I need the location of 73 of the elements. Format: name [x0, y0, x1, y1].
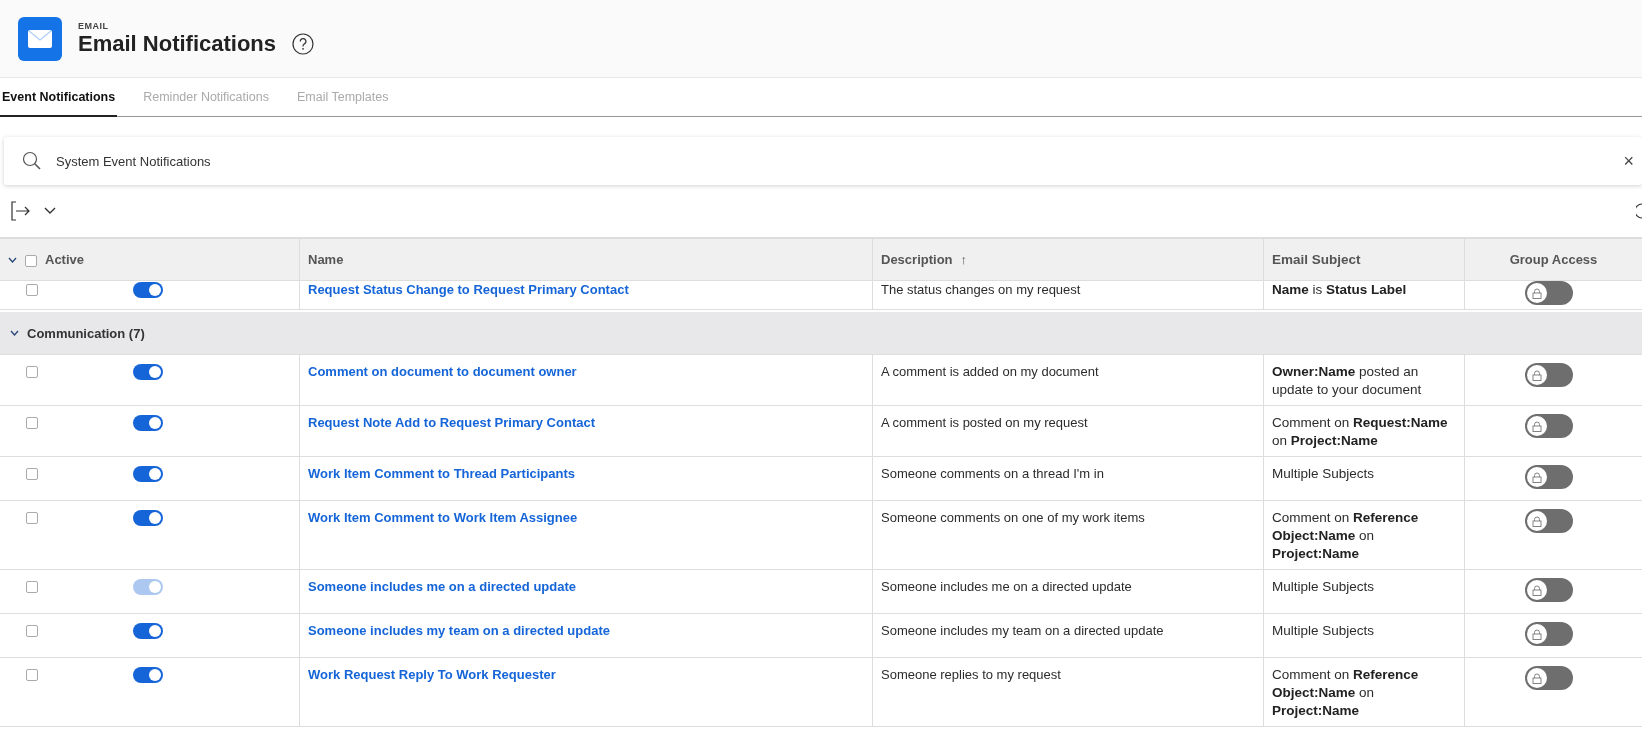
group-access-toggle[interactable]: [1524, 414, 1573, 438]
row-checkbox[interactable]: [26, 468, 38, 480]
help-icon[interactable]: [292, 32, 315, 55]
email-subject-text: Comment on Reference Object:Name on Project:Name: [1272, 509, 1420, 563]
page-eyebrow: EMAIL: [78, 20, 110, 31]
notification-link[interactable]: Work Request Reply To Work Requester: [308, 666, 556, 684]
group-access-toggle[interactable]: [1524, 281, 1573, 305]
group-row[interactable]: Communication (7): [0, 312, 1642, 355]
notification-link[interactable]: Someone includes my team on a directed update: [308, 622, 610, 640]
notification-link[interactable]: Comment on document to document owner: [308, 363, 577, 381]
page-title: Email Notifications: [78, 30, 277, 57]
chevron-down-icon[interactable]: [44, 207, 56, 215]
group-access-toggle[interactable]: [1524, 465, 1573, 489]
column-header[interactable]: Email Subject: [1272, 250, 1361, 269]
row-checkbox[interactable]: [26, 669, 38, 681]
clear-button[interactable]: ×: [1619, 150, 1638, 172]
notification-link[interactable]: Request Note Add to Request Primary Contact: [308, 414, 595, 432]
column-header[interactable]: Name: [308, 250, 344, 269]
email-subject-text: Multiple Subjects: [1272, 465, 1375, 483]
active-toggle[interactable]: [133, 282, 163, 298]
description-text: Someone comments on a thread I'm in: [881, 465, 1104, 483]
row-checkbox[interactable]: [26, 625, 38, 637]
email-subject-text: Owner:Name posted an update to your document: [1272, 363, 1423, 399]
lock-icon: [1531, 369, 1542, 381]
description-text: Someone includes me on a directed update: [881, 578, 1132, 596]
row-checkbox[interactable]: [26, 417, 38, 429]
chevron-down-icon[interactable]: [8, 256, 17, 263]
notification-link[interactable]: Work Item Comment to Work Item Assignee: [308, 509, 578, 527]
description-text: The status changes on my request: [881, 281, 1081, 299]
description-text: Someone includes my team on a directed update: [881, 622, 1164, 640]
lock-icon: [1531, 584, 1542, 596]
group-access-toggle[interactable]: [1524, 363, 1573, 387]
lock-icon: [1531, 420, 1542, 432]
active-toggle[interactable]: [133, 510, 163, 526]
email-subject-text: Comment on Reference Object:Name on Project:Name: [1272, 666, 1420, 720]
email-subject-text: Comment on Request:Name on Project:Name: [1272, 414, 1449, 450]
search-icon: [22, 151, 42, 171]
active-toggle[interactable]: [133, 623, 163, 639]
sort-indicator[interactable]: ↑: [960, 250, 967, 269]
lock-icon: [1531, 628, 1542, 640]
lock-icon: [1531, 672, 1542, 684]
group-access-toggle[interactable]: [1524, 622, 1573, 646]
description-text: Someone replies to my request: [881, 666, 1061, 684]
search-field[interactable]: System Event Notifications ×: [4, 137, 1642, 185]
tab[interactable]: Event Notifications: [0, 78, 118, 117]
lock-icon: [1531, 287, 1542, 299]
group-label: Communication (7): [27, 325, 145, 341]
column-header[interactable]: Active: [45, 250, 85, 269]
row-checkbox[interactable]: [26, 512, 38, 524]
chevron-down-icon: [10, 330, 19, 336]
active-toggle[interactable]: [133, 415, 163, 431]
active-toggle[interactable]: [133, 364, 163, 380]
group-access-toggle[interactable]: [1524, 509, 1573, 533]
row-checkbox[interactable]: [26, 284, 38, 296]
active-toggle[interactable]: [133, 667, 163, 683]
description-text: Someone comments on one of my work items: [881, 509, 1145, 527]
group-access-toggle[interactable]: [1524, 666, 1573, 690]
active-toggle[interactable]: [133, 466, 163, 482]
column-header[interactable]: Description: [881, 250, 953, 269]
notification-link[interactable]: Request Status Change to Request Primary Contact: [308, 281, 629, 299]
column-header[interactable]: Group Access: [1509, 250, 1598, 269]
email-app-icon: [18, 16, 62, 61]
email-subject-text: Multiple Subjects: [1272, 622, 1375, 640]
select-all-checkbox[interactable]: [25, 255, 37, 267]
description-text: A comment is added on my document: [881, 363, 1099, 381]
email-subject-text: Name is Status Label: [1272, 281, 1407, 299]
lock-icon: [1531, 515, 1542, 527]
row-checkbox[interactable]: [26, 366, 38, 378]
lock-icon: [1531, 471, 1542, 483]
export-icon[interactable]: [10, 200, 32, 222]
notification-link[interactable]: Work Item Comment to Thread Participants: [308, 465, 576, 483]
email-subject-text: Multiple Subjects: [1272, 578, 1375, 596]
description-text: A comment is posted on my request: [881, 414, 1088, 432]
